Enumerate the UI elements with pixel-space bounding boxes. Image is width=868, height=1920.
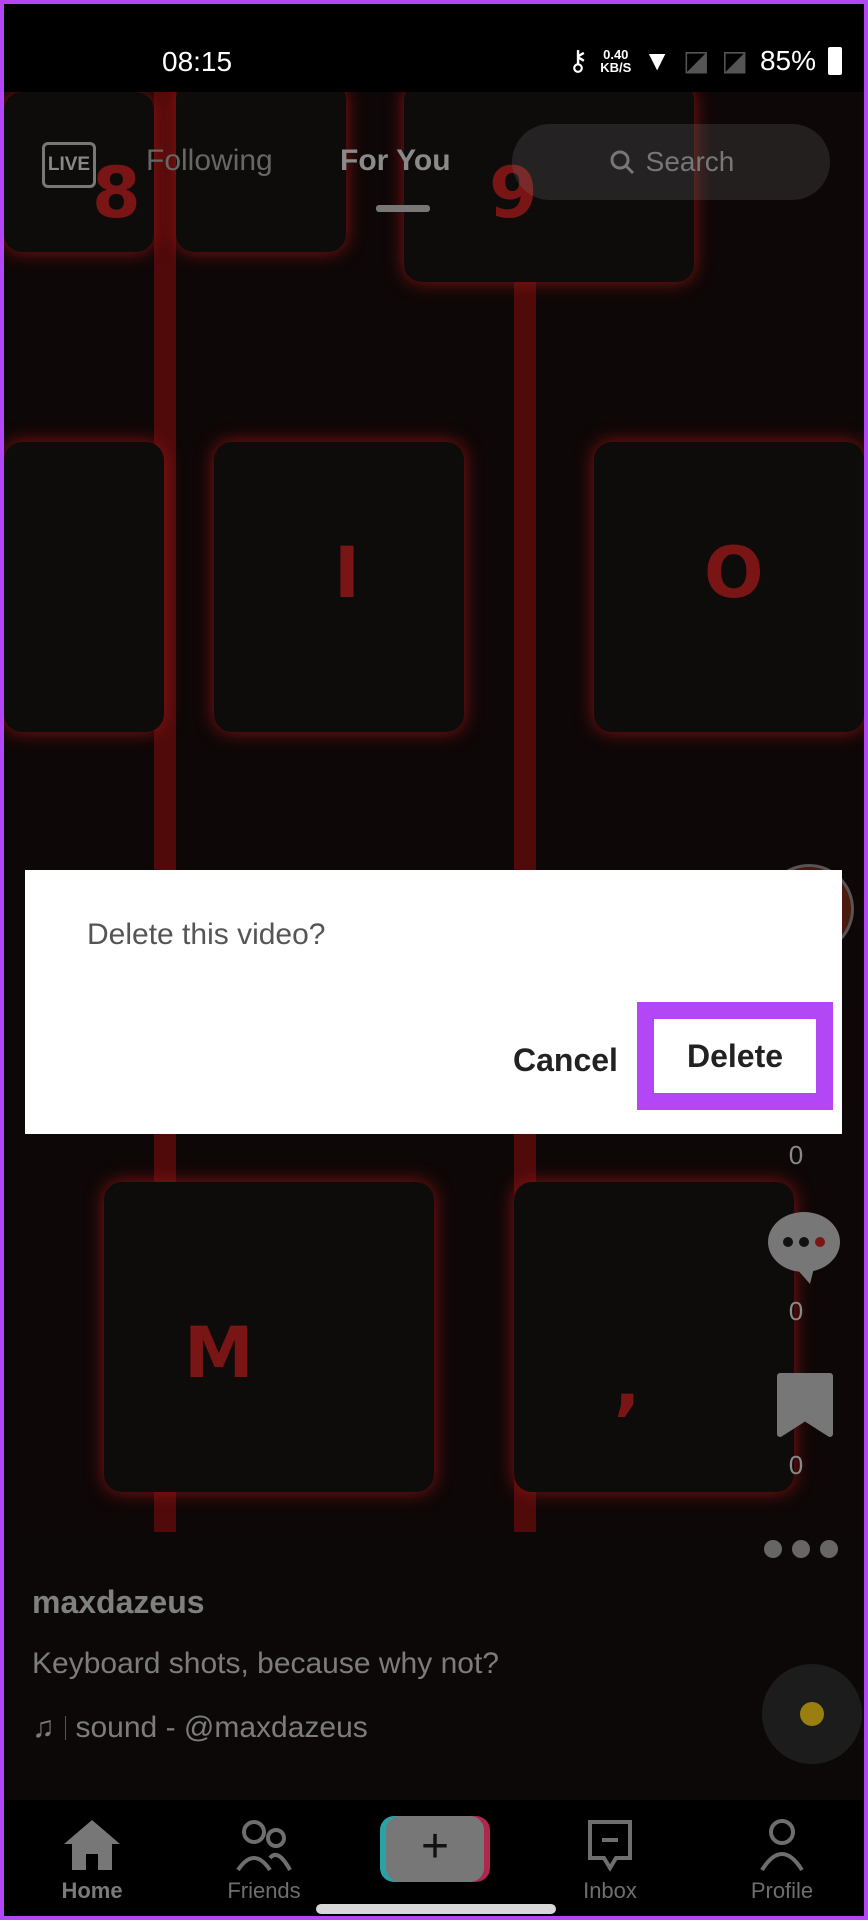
active-tab-indicator <box>376 205 430 212</box>
nav-label: Inbox <box>583 1878 637 1903</box>
divider <box>64 1716 66 1740</box>
inbox-icon <box>588 1820 632 1872</box>
create-button[interactable]: + <box>386 1816 484 1882</box>
bookmark-icon[interactable] <box>776 1372 834 1438</box>
delete-button[interactable]: Delete <box>654 1019 816 1093</box>
nav-label: Profile <box>750 1878 814 1903</box>
key-label: I <box>334 532 361 614</box>
friends-icon <box>236 1820 292 1872</box>
key-label: M <box>184 1312 254 1394</box>
search-icon <box>610 150 634 175</box>
battery-percent: 85% <box>759 44 816 76</box>
speed-value: 0.40 <box>603 46 629 62</box>
speed-unit: KB/S <box>600 59 632 75</box>
tab-for-you[interactable]: For You <box>340 144 451 178</box>
key-label: , <box>614 1342 641 1424</box>
cancel-button[interactable]: Cancel <box>513 1042 618 1079</box>
comment-count: 0 <box>788 1296 804 1326</box>
key-label: O <box>704 532 764 614</box>
keycap <box>104 1182 434 1492</box>
battery-icon <box>828 46 842 75</box>
live-button[interactable]: LIVE <box>42 142 96 188</box>
no-sim-icon: ◪ <box>683 45 710 76</box>
delete-video-dialog: Delete this video? Cancel Delete <box>25 870 842 1134</box>
sound-link[interactable]: ♫ sound - @maxdazeus <box>32 1711 499 1745</box>
vpn-key-icon: ⚷ <box>567 45 589 76</box>
bookmark-count: 0 <box>788 1450 804 1480</box>
profile-icon <box>760 1819 804 1872</box>
dialog-title: Delete this video? <box>87 918 326 951</box>
nav-inbox[interactable]: Inbox <box>550 1818 670 1904</box>
network-speed: 0.40 KB/S <box>600 48 631 74</box>
nav-home[interactable]: Home <box>32 1818 152 1904</box>
home-indicator[interactable] <box>316 1904 556 1914</box>
sound-name: sound - @maxdazeus <box>75 1711 368 1744</box>
home-icon <box>64 1820 120 1870</box>
clock: 08:15 <box>162 46 233 77</box>
top-bar: LIVE Following For You Search <box>4 104 864 214</box>
phone-screen: 8 9 I O M , 08:15 ⚷ 0.40 KB/S ▼ ◪ ◪ 85% L… <box>4 4 864 1916</box>
nav-label: Friends <box>227 1878 301 1903</box>
video-caption: maxdazeus Keyboard shots, because why no… <box>32 1584 499 1745</box>
search-button[interactable]: Search <box>512 124 830 200</box>
comment-icon[interactable] <box>766 1208 842 1284</box>
keycap <box>514 1182 794 1492</box>
no-sim-icon: ◪ <box>721 45 748 76</box>
nav-friends[interactable]: Friends <box>204 1818 324 1904</box>
search-label: Search <box>645 146 735 177</box>
nav-label: Home <box>61 1878 123 1903</box>
music-note-icon: ♫ <box>32 1711 55 1744</box>
like-count: 0 <box>788 1140 804 1170</box>
keycap <box>4 442 164 732</box>
bottom-nav: Home Friends + Inbox Profile <box>4 1800 864 1916</box>
more-options-icon[interactable] <box>764 1540 838 1558</box>
tab-following[interactable]: Following <box>146 144 273 178</box>
plus-icon: + <box>420 1820 450 1873</box>
highlight-box: Delete <box>637 1002 833 1110</box>
status-bar: 08:15 ⚷ 0.40 KB/S ▼ ◪ ◪ 85% <box>4 4 864 92</box>
wifi-icon: ▼ <box>643 44 672 76</box>
username[interactable]: maxdazeus <box>32 1584 499 1621</box>
video-description: Keyboard shots, because why not? <box>32 1647 499 1680</box>
music-disc-icon[interactable] <box>762 1664 862 1764</box>
nav-profile[interactable]: Profile <box>722 1818 842 1904</box>
